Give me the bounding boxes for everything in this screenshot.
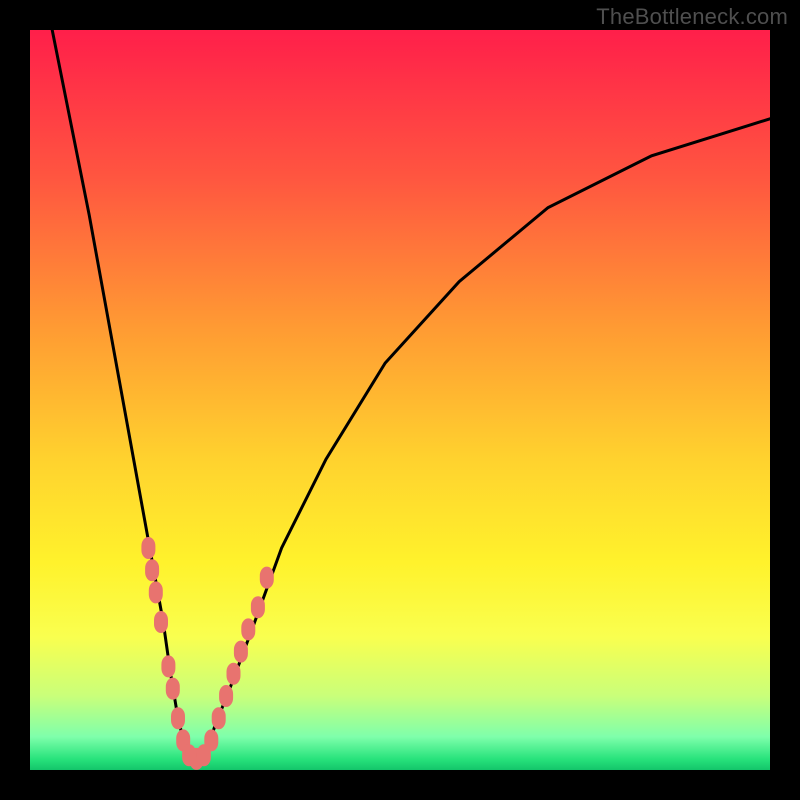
bead: [166, 678, 180, 700]
bead: [161, 655, 175, 677]
bead: [251, 596, 265, 618]
bead: [234, 641, 248, 663]
bead: [227, 663, 241, 685]
bead: [219, 685, 233, 707]
bead: [141, 537, 155, 559]
curve-layer: [30, 30, 770, 770]
bead: [171, 707, 185, 729]
watermark-text: TheBottleneck.com: [596, 4, 788, 30]
bead-markers: [141, 537, 273, 770]
chart-frame: TheBottleneck.com: [0, 0, 800, 800]
bottleneck-curve: [52, 30, 770, 763]
bead: [154, 611, 168, 633]
bead: [145, 559, 159, 581]
bead: [241, 618, 255, 640]
bead: [212, 707, 226, 729]
plot-area: [30, 30, 770, 770]
bead: [149, 581, 163, 603]
bead: [260, 567, 274, 589]
bead: [204, 729, 218, 751]
